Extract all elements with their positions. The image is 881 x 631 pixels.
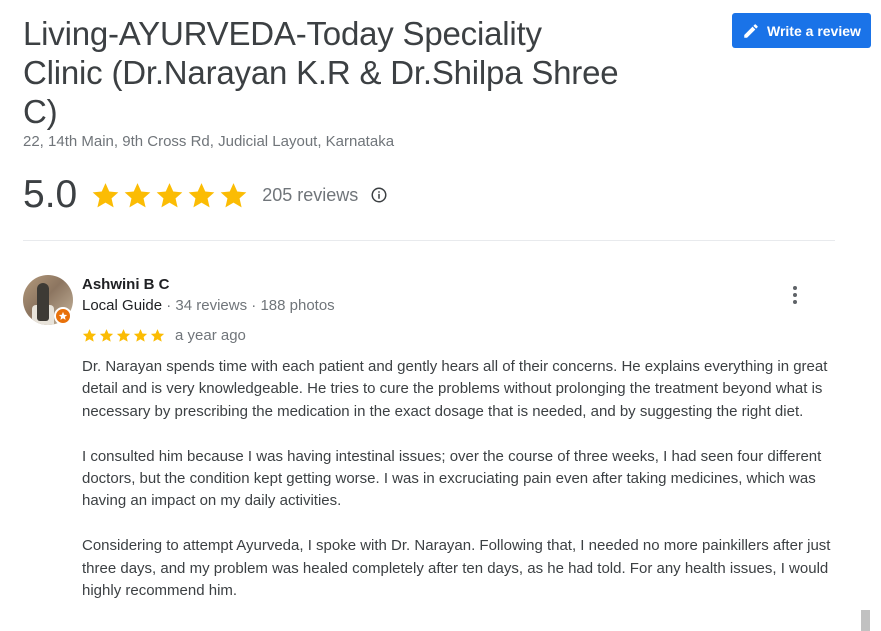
star-icon: [188, 182, 215, 207]
reviewer-meta: Local Guide · 34 reviews · 188 photos: [82, 297, 335, 314]
rating-summary: 5.0 205 reviews: [23, 172, 388, 218]
star-icon: [156, 182, 183, 207]
place-address: 22, 14th Main, 9th Cross Rd, Judicial La…: [23, 133, 395, 150]
star-icon: [92, 182, 119, 207]
review-text: Dr. Narayan spends time with each patien…: [82, 356, 842, 625]
more-vert-icon[interactable]: [783, 283, 807, 307]
write-review-label: Write a review: [767, 22, 861, 39]
meta-separator: ·: [166, 297, 172, 314]
average-rating: 5.0: [23, 173, 78, 216]
local-guide-badge-icon: [54, 307, 72, 325]
star-icon: [99, 328, 114, 342]
scrollbar-thumb[interactable]: [861, 610, 870, 631]
local-guide-label: Local Guide: [82, 297, 163, 314]
place-title: Living-AYURVEDA-Today Speciality Clinic …: [23, 15, 619, 130]
review-stars: [82, 328, 165, 343]
star-icon: [220, 182, 247, 207]
star-icon: [116, 328, 131, 342]
pencil-icon: [742, 22, 760, 40]
review-paragraph: Considering to attempt Ayurveda, I spoke…: [82, 537, 831, 600]
reviewer-review-count: 34 reviews: [175, 297, 248, 314]
review-paragraph: I consulted him because I was having int…: [82, 447, 822, 510]
divider: [23, 240, 835, 241]
average-rating-stars: [91, 181, 248, 210]
review-time: a year ago: [175, 326, 246, 344]
review-rating-row: a year ago: [82, 325, 246, 345]
star-icon: [124, 182, 151, 207]
reviewer-name[interactable]: Ashwini B C: [82, 276, 170, 293]
star-icon: [82, 328, 97, 342]
review-page: Living-AYURVEDA-Today Speciality Clinic …: [0, 0, 881, 631]
star-icon: [133, 328, 148, 342]
review-count[interactable]: 205 reviews: [262, 185, 358, 206]
write-review-button[interactable]: Write a review: [732, 13, 871, 48]
meta-separator: ·: [251, 297, 257, 314]
star-icon: [150, 328, 165, 342]
info-icon[interactable]: [370, 186, 388, 204]
review-paragraph: Dr. Narayan spends time with each patien…: [82, 358, 828, 420]
reviewer-photo-count: 188 photos: [260, 297, 335, 314]
